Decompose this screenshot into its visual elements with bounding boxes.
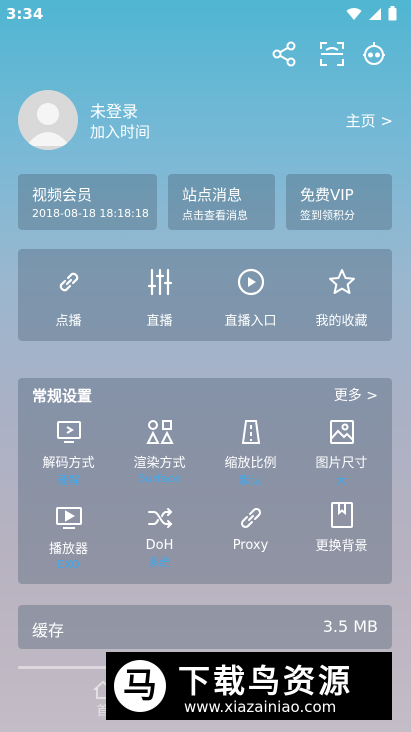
setting-value: 大 bbox=[336, 474, 347, 487]
setting-value: 硬解 bbox=[57, 474, 80, 487]
setting-value: Surface bbox=[138, 472, 181, 485]
site-messages-card[interactable]: 站点消息 点击查看消息 bbox=[168, 174, 275, 230]
robot-face-icon[interactable] bbox=[360, 40, 390, 70]
watermark-title: 下载鸟资源 bbox=[178, 662, 354, 700]
status-time: 3:34 bbox=[6, 5, 44, 23]
profile-join-time: 加入时间 bbox=[90, 123, 151, 141]
settings-more-link[interactable]: 更多 > bbox=[334, 385, 378, 405]
setting-value: EXO bbox=[57, 558, 80, 571]
setting-label: 播放器 bbox=[48, 542, 88, 557]
play-circle-icon bbox=[204, 266, 297, 298]
image-icon bbox=[295, 419, 388, 445]
settings-title: 常规设置 bbox=[32, 387, 93, 405]
bookmark-icon bbox=[295, 502, 388, 528]
cache-size: 3.5 MB bbox=[322, 617, 378, 636]
favorites-button[interactable]: 我的收藏 bbox=[295, 266, 388, 329]
render-icon bbox=[113, 419, 206, 445]
setting-image-size[interactable]: 图片尺寸 大 bbox=[295, 419, 388, 488]
home-link[interactable]: 主页 > bbox=[346, 110, 393, 131]
scan-icon[interactable] bbox=[318, 40, 348, 70]
wifi-icon bbox=[346, 7, 362, 21]
cache-label: 缓存 bbox=[32, 621, 65, 640]
info-card-subtitle: 签到领积分 bbox=[300, 209, 355, 222]
info-card-subtitle: 2018-08-18 18:18:18 bbox=[32, 207, 149, 220]
status-bar: 3:34 bbox=[0, 0, 411, 32]
proxy-icon bbox=[204, 505, 297, 531]
quick-action-label: 直播入口 bbox=[224, 314, 277, 329]
quick-action-label: 点播 bbox=[55, 314, 82, 329]
live-button[interactable]: 直播 bbox=[113, 266, 206, 329]
watermark-logo: 马 bbox=[114, 660, 166, 712]
quick-action-label: 直播 bbox=[146, 314, 173, 329]
quick-action-label: 我的收藏 bbox=[315, 314, 368, 329]
setting-label: 更换背景 bbox=[315, 539, 368, 554]
equalizer-icon bbox=[113, 266, 206, 298]
info-card-title: 视频会员 bbox=[32, 186, 93, 204]
quick-actions-panel: 点播 直播 直播入口 我的收藏 bbox=[18, 249, 392, 341]
avatar[interactable] bbox=[18, 90, 78, 150]
setting-background[interactable]: 更换背景 bbox=[295, 502, 388, 554]
setting-doh[interactable]: DoH 系统 bbox=[113, 505, 206, 570]
info-card-title: 站点消息 bbox=[182, 186, 243, 204]
setting-label: 缩放比例 bbox=[224, 456, 277, 471]
video-vip-card[interactable]: 视频会员 2018-08-18 18:18:18 bbox=[18, 174, 157, 230]
setting-proxy[interactable]: Proxy bbox=[204, 505, 297, 553]
live-entry-button[interactable]: 直播入口 bbox=[204, 266, 297, 329]
info-card-subtitle: 点击查看消息 bbox=[182, 209, 248, 222]
cache-row[interactable]: 缓存 3.5 MB bbox=[18, 605, 392, 649]
vod-button[interactable]: 点播 bbox=[22, 266, 115, 329]
setting-label: 解码方式 bbox=[42, 456, 95, 471]
scale-icon bbox=[204, 419, 297, 445]
setting-label: DoH bbox=[145, 538, 174, 553]
setting-scale[interactable]: 缩放比例 默认 bbox=[204, 419, 297, 488]
setting-render[interactable]: 渲染方式 Surface bbox=[113, 419, 206, 485]
signal-icon bbox=[368, 7, 382, 21]
battery-icon bbox=[388, 6, 397, 21]
shuffle-icon bbox=[113, 505, 206, 531]
setting-label: 渲染方式 bbox=[133, 456, 186, 471]
watermark-url: www.xiazainiao.com bbox=[184, 698, 337, 716]
setting-value: 默认 bbox=[239, 474, 262, 487]
setting-player[interactable]: 播放器 EXO bbox=[22, 505, 115, 571]
watermark-banner: 马 下载鸟资源 www.xiazainiao.com bbox=[106, 652, 392, 720]
share-icon[interactable] bbox=[270, 40, 300, 70]
free-vip-card[interactable]: 免费VIP 签到领积分 bbox=[286, 174, 392, 230]
setting-label: 图片尺寸 bbox=[315, 456, 368, 471]
info-card-title: 免费VIP bbox=[300, 186, 354, 204]
setting-label: Proxy bbox=[232, 538, 269, 553]
link-icon bbox=[22, 266, 115, 298]
setting-decode[interactable]: 解码方式 硬解 bbox=[22, 419, 115, 488]
profile-name[interactable]: 未登录 bbox=[90, 98, 138, 122]
status-icons bbox=[346, 6, 397, 21]
general-settings-panel: 常规设置 更多 > 解码方式 硬解 渲染方式 Surface 缩放比例 默认 图… bbox=[18, 378, 392, 584]
decode-icon bbox=[22, 419, 115, 445]
star-icon bbox=[295, 266, 388, 298]
player-icon bbox=[22, 505, 115, 531]
setting-value: 系统 bbox=[148, 556, 171, 569]
